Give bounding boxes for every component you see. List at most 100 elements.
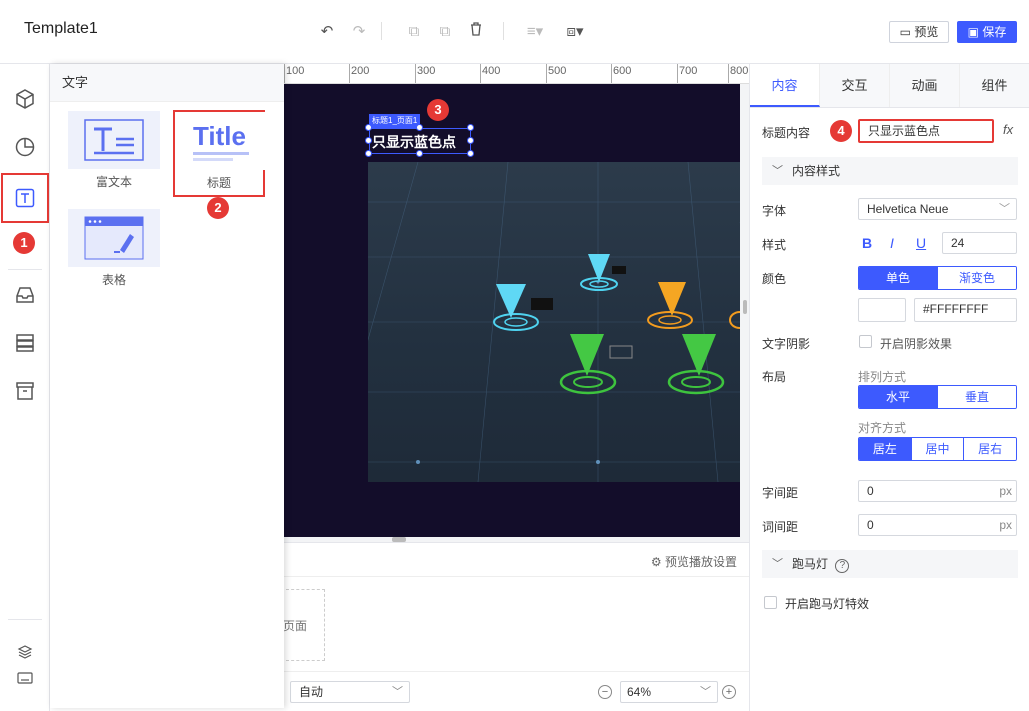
word-spacing-value: 0 <box>867 518 874 532</box>
chart-pie-icon[interactable] <box>2 124 48 170</box>
align-center-option[interactable]: 居中 <box>911 438 965 460</box>
resize-handle[interactable] <box>467 124 474 131</box>
archive-icon[interactable] <box>2 368 48 414</box>
keyboard-icon[interactable] <box>2 666 48 690</box>
play-settings-label: 预览播放设置 <box>664 555 737 569</box>
delete-icon[interactable] <box>466 22 486 42</box>
align-right-option[interactable]: 居右 <box>964 438 1016 460</box>
zoom-value: 64% <box>627 685 652 699</box>
font-label: 字体 <box>762 204 787 218</box>
color-mode-toggle: 单色 渐变色 <box>858 266 1017 290</box>
rail-divider <box>8 619 42 620</box>
zoom-select[interactable]: 64% ﹀ <box>620 681 718 703</box>
resize-handle[interactable] <box>365 150 372 157</box>
font-size-input[interactable]: 24 <box>942 232 1017 254</box>
color-label: 颜色 <box>762 272 787 286</box>
color-swatch[interactable] <box>858 298 906 322</box>
zoom-out-icon[interactable]: − <box>598 685 612 699</box>
align-dropdown-icon[interactable]: ≡▾ <box>522 22 548 42</box>
play-settings-link[interactable]: ⚙ 预览播放设置 <box>651 553 737 570</box>
arrange-toggle: 水平 垂直 <box>858 385 1017 409</box>
storage-icon[interactable] <box>2 320 48 366</box>
marquee-checkbox[interactable] <box>764 596 777 609</box>
font-select[interactable]: Helvetica Neue ﹀ <box>858 198 1017 220</box>
ruler-label: 400 <box>482 65 501 77</box>
scrollbar-thumb[interactable] <box>743 300 747 314</box>
help-icon[interactable]: ? <box>835 559 850 573</box>
cube-icon[interactable] <box>2 76 48 122</box>
color-hex-input[interactable]: #FFFFFFFF <box>914 298 1017 322</box>
chevron-down-icon: ﹀ <box>392 686 403 698</box>
content-style-title: 内容样式 <box>792 164 841 178</box>
gradient-color-option[interactable]: 渐变色 <box>938 267 1016 289</box>
tab-animation[interactable]: 动画 <box>890 64 960 107</box>
text-component-icon[interactable] <box>1 173 49 223</box>
undo-icon[interactable]: ↶ <box>317 22 337 42</box>
ruler-tick <box>284 64 285 83</box>
resize-handle[interactable] <box>416 150 423 157</box>
resize-handle[interactable] <box>365 137 372 144</box>
resize-handle[interactable] <box>365 124 372 131</box>
save-label: 保存 <box>982 25 1007 39</box>
letter-spacing-label: 字间距 <box>762 486 799 500</box>
marquee-checkbox-label: 开启跑马灯特效 <box>785 597 870 611</box>
table-component[interactable]: 表格 <box>68 209 160 288</box>
title-content-label: 标题内容 <box>762 126 811 140</box>
map-scene-image[interactable] <box>368 162 740 482</box>
canvas-vertical-scrollbar[interactable] <box>741 84 749 542</box>
rich-text-label: 富文本 <box>95 175 132 189</box>
align-toggle: 居左 居中 居右 <box>858 437 1017 461</box>
title-component[interactable]: Title 标题 <box>173 110 267 197</box>
title-widget-text[interactable]: 只显示蓝色点 <box>372 132 456 152</box>
solid-color-option[interactable]: 单色 <box>859 267 938 289</box>
zoom-in-icon[interactable]: + <box>722 685 736 699</box>
preview-button[interactable]: ▭ 预览 <box>889 21 949 43</box>
auto-select-value: 自动 <box>299 685 324 699</box>
paste-icon[interactable]: ⧉ <box>435 22 455 42</box>
marquee-section[interactable]: ﹀ 跑马灯 ? <box>762 550 1018 578</box>
toolbar-divider <box>381 22 382 40</box>
bold-button[interactable]: B <box>862 235 872 251</box>
auto-select[interactable]: 自动 ﹀ <box>290 681 410 703</box>
formula-icon[interactable]: fx <box>1003 122 1013 137</box>
step-badge-4: 4 <box>830 120 852 142</box>
layers-dropdown-icon[interactable]: ⧈▾ <box>562 22 588 42</box>
underline-button[interactable]: U <box>916 235 926 251</box>
arrange-label: 排列方式 <box>858 370 907 384</box>
rich-text-component[interactable]: 富文本 <box>68 111 160 190</box>
resize-handle[interactable] <box>467 137 474 144</box>
shadow-checkbox[interactable] <box>859 335 872 348</box>
inbox-icon[interactable] <box>2 272 48 318</box>
tab-component[interactable]: 组件 <box>960 64 1029 107</box>
ruler-label: 200 <box>351 65 370 77</box>
layers-icon[interactable] <box>2 640 48 664</box>
tab-interaction[interactable]: 交互 <box>820 64 890 107</box>
letter-spacing-input[interactable]: 0 px <box>858 480 1017 502</box>
resize-handle[interactable] <box>416 124 423 131</box>
title-content-input[interactable]: 只显示蓝色点 <box>858 119 994 143</box>
ruler-label: 700 <box>679 65 698 77</box>
table-icon <box>68 209 160 267</box>
tab-content[interactable]: 内容 <box>750 64 820 107</box>
monitor-icon: ▭ <box>899 25 911 39</box>
align-left-option[interactable]: 居左 <box>859 438 912 460</box>
vertical-option[interactable]: 垂直 <box>938 386 1016 408</box>
properties-panel: 内容 交互 动画 组件 标题内容 4 只显示蓝色点 fx ﹀ 内容样式 字体 H… <box>749 64 1029 711</box>
redo-icon[interactable]: ↷ <box>349 22 369 42</box>
ruler-tick <box>728 64 729 83</box>
widget-tag: 标题1_页面1 <box>369 114 421 128</box>
style-label: 样式 <box>762 238 787 252</box>
ruler-tick <box>611 64 612 83</box>
chevron-down-icon: ﹀ <box>772 165 783 177</box>
step-badge-1: 1 <box>13 232 35 254</box>
resize-handle[interactable] <box>467 150 474 157</box>
ruler-label: 500 <box>548 65 567 77</box>
ruler-label: 800 <box>730 65 749 77</box>
copy-icon[interactable]: ⧉ <box>404 22 424 42</box>
preview-label: 预览 <box>914 25 939 39</box>
word-spacing-input[interactable]: 0 px <box>858 514 1017 536</box>
italic-button[interactable]: I <box>890 235 894 251</box>
horizontal-option[interactable]: 水平 <box>859 386 938 408</box>
content-style-section[interactable]: ﹀ 内容样式 <box>762 157 1018 185</box>
save-button[interactable]: ▣ 保存 <box>957 21 1017 43</box>
